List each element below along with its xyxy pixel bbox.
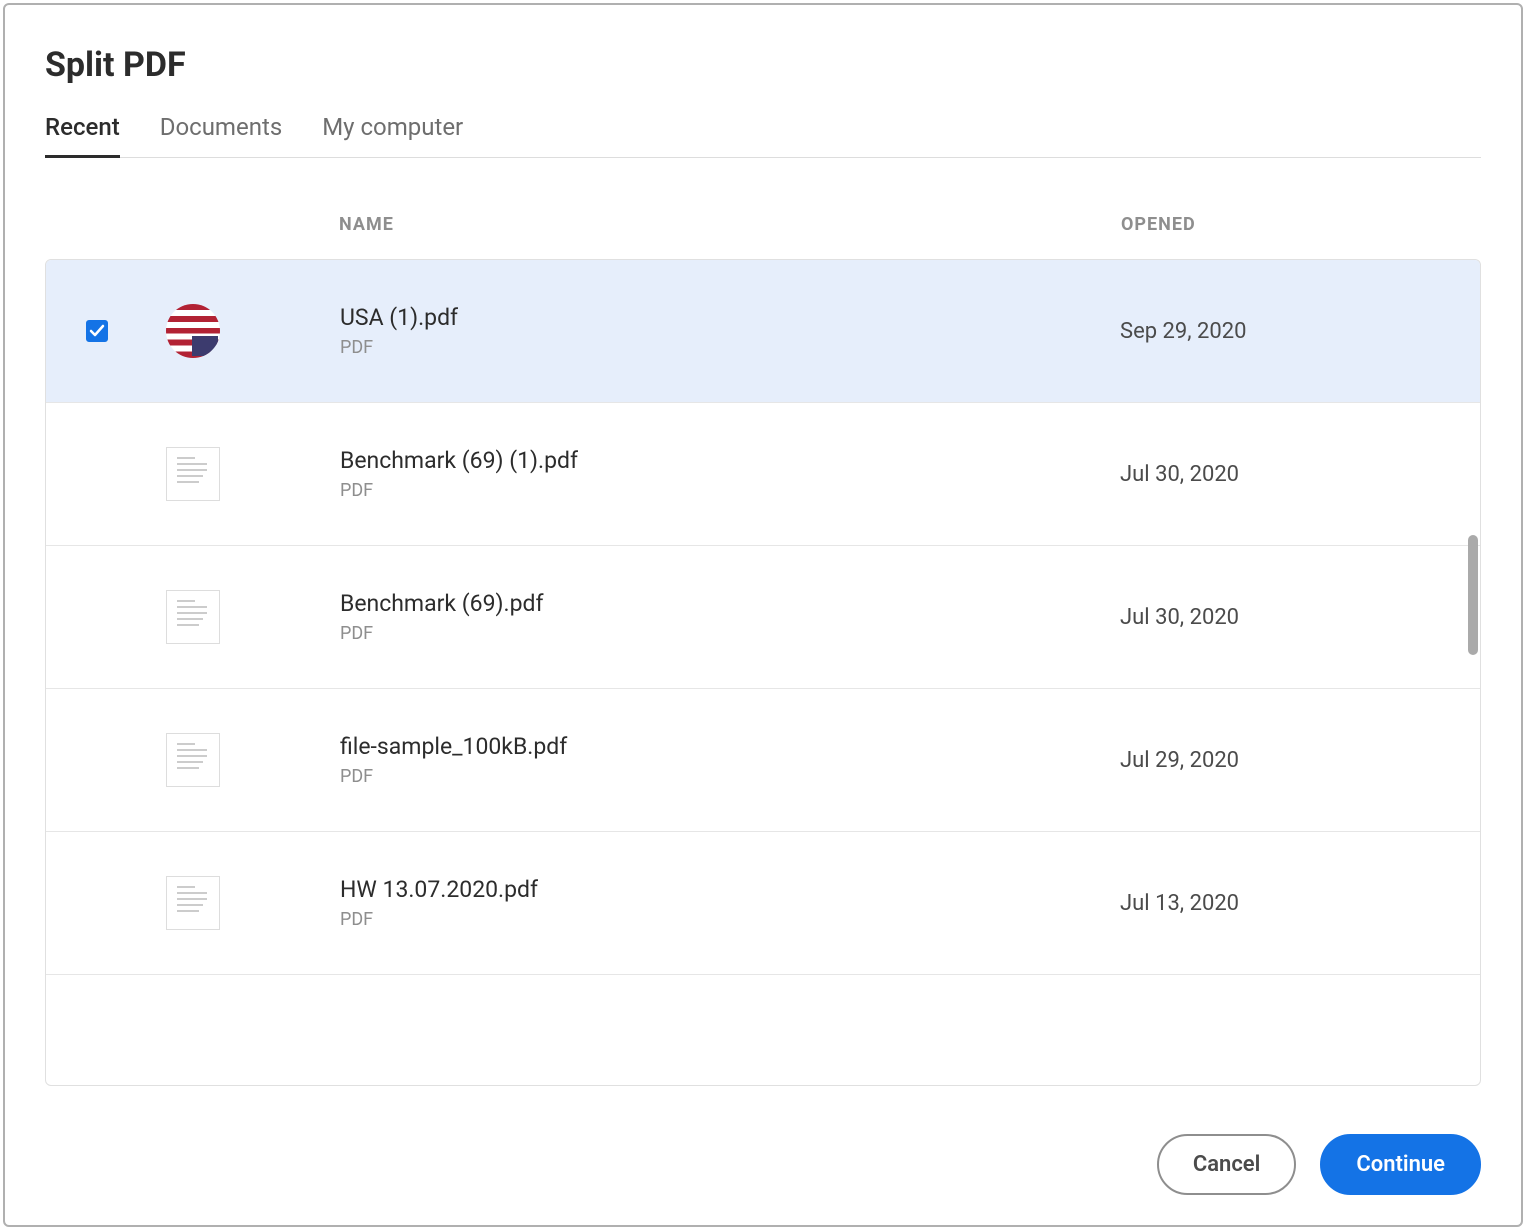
split-pdf-dialog: Split PDF Recent Documents My computer N… (3, 3, 1523, 1227)
file-opened-date: Sep 29, 2020 (1120, 319, 1460, 344)
file-type: PDF (340, 337, 1120, 358)
file-opened-date: Jul 29, 2020 (1120, 748, 1460, 773)
file-opened-date: Jul 30, 2020 (1120, 462, 1460, 487)
file-row[interactable]: Benchmark (69).pdf PDF Jul 30, 2020 (46, 546, 1480, 689)
cancel-button[interactable]: Cancel (1157, 1134, 1297, 1195)
file-type: PDF (340, 909, 1120, 930)
file-thumbnail-icon (166, 876, 220, 930)
column-header-name: NAME (339, 214, 1121, 235)
tab-recent[interactable]: Recent (45, 113, 120, 157)
file-list: USA (1).pdf PDF Sep 29, 2020 Benchmark (… (45, 259, 1481, 1086)
tab-bar: Recent Documents My computer (45, 113, 1481, 158)
file-row[interactable]: USA (1).pdf PDF Sep 29, 2020 (46, 260, 1480, 403)
file-name: USA (1).pdf (340, 304, 1120, 331)
file-name: file-sample_100kB.pdf (340, 733, 1120, 760)
tab-documents[interactable]: Documents (160, 113, 283, 157)
file-thumbnail-icon (166, 590, 220, 644)
scrollbar-thumb[interactable] (1468, 535, 1478, 655)
file-thumbnail-icon (166, 447, 220, 501)
file-opened-date: Jul 13, 2020 (1120, 891, 1460, 916)
file-row[interactable]: Benchmark (69) (1).pdf PDF Jul 30, 2020 (46, 403, 1480, 546)
file-thumbnail-icon (166, 304, 220, 358)
dialog-title: Split PDF (45, 45, 1481, 85)
file-name: HW 13.07.2020.pdf (340, 876, 1120, 903)
file-opened-date: Jul 30, 2020 (1120, 605, 1460, 630)
dialog-footer: Cancel Continue (45, 1086, 1481, 1195)
file-row[interactable]: HW 13.07.2020.pdf PDF Jul 13, 2020 (46, 832, 1480, 975)
tab-my-computer[interactable]: My computer (322, 113, 463, 157)
continue-button[interactable]: Continue (1320, 1134, 1481, 1195)
checkbox-checked-icon[interactable] (86, 320, 108, 342)
column-headers: NAME OPENED (45, 158, 1481, 259)
file-name: Benchmark (69).pdf (340, 590, 1120, 617)
file-name: Benchmark (69) (1).pdf (340, 447, 1120, 474)
file-type: PDF (340, 480, 1120, 501)
column-header-opened: OPENED (1121, 214, 1481, 235)
file-type: PDF (340, 623, 1120, 644)
file-type: PDF (340, 766, 1120, 787)
file-row[interactable]: file-sample_100kB.pdf PDF Jul 29, 2020 (46, 689, 1480, 832)
file-thumbnail-icon (166, 733, 220, 787)
